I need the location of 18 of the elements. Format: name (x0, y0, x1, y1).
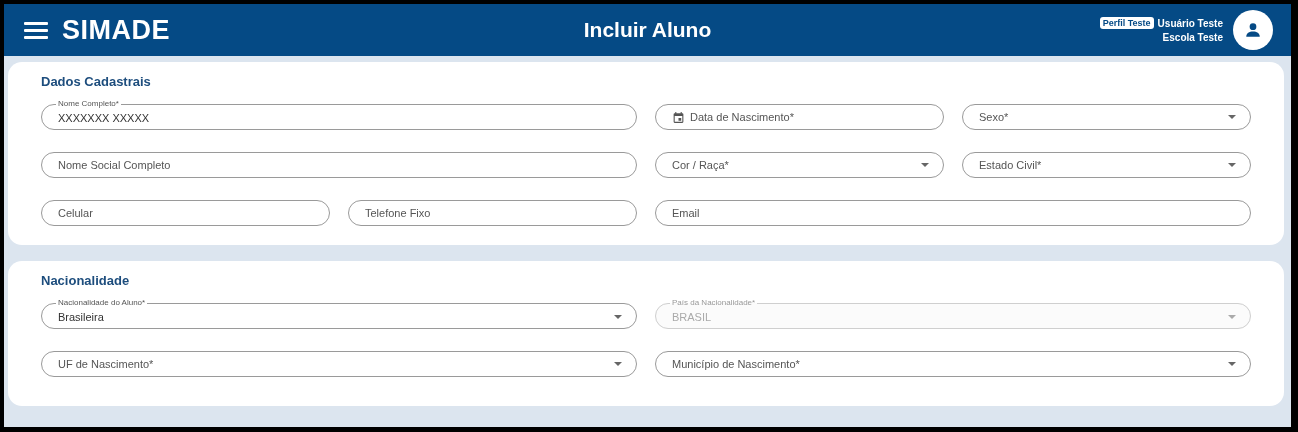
menu-icon[interactable] (24, 21, 48, 39)
caret-icon (1228, 362, 1236, 366)
section-title: Dados Cadastrais (41, 74, 152, 89)
caret-icon (614, 362, 622, 366)
caret-icon (1228, 115, 1236, 119)
calendar-icon (672, 110, 685, 124)
logo: SIMADE (62, 14, 170, 46)
caret-icon (614, 315, 622, 319)
page-title: Incluir Aluno (583, 18, 712, 42)
caret-icon (921, 163, 929, 167)
user-name: Usuário Teste (1157, 17, 1223, 29)
profile-badge: Perfil Teste (1099, 17, 1154, 29)
caret-icon (1228, 315, 1236, 319)
section-title: Nacionalidade (41, 273, 131, 288)
avatar-button[interactable] (1233, 10, 1273, 50)
caret-icon (1228, 163, 1236, 167)
school-name: Escola Teste (1162, 32, 1223, 43)
person-icon (1244, 21, 1262, 39)
